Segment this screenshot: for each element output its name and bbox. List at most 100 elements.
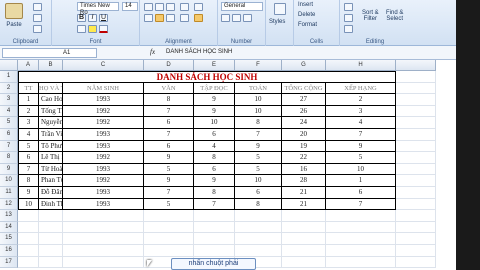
cell[interactable] (326, 210, 396, 222)
cell[interactable] (194, 233, 235, 245)
row-header-14[interactable]: 14 (0, 221, 18, 234)
row-header-15[interactable]: 15 (0, 233, 18, 245)
table-cell[interactable]: 5 (144, 198, 194, 211)
table-cell[interactable]: 8 (235, 117, 282, 129)
row-header-13[interactable]: 13 (0, 210, 18, 222)
cut-icon[interactable] (33, 3, 42, 11)
number-format-select[interactable]: General (221, 2, 263, 11)
table-cell[interactable]: 9 (235, 140, 282, 153)
styles-icon[interactable] (274, 3, 286, 15)
cell[interactable] (282, 245, 326, 257)
row-header-5[interactable]: 5 (0, 117, 18, 129)
format-button[interactable]: Format (298, 22, 317, 28)
align-right-icon[interactable] (166, 14, 175, 22)
sort-filter-button[interactable]: Sort & Filter (362, 10, 379, 22)
font-color-icon[interactable] (99, 25, 108, 33)
table-cell[interactable]: 1993 (63, 94, 144, 106)
table-cell[interactable]: 7 (144, 105, 194, 118)
cell[interactable] (396, 105, 436, 118)
table-cell[interactable]: 6 (194, 129, 235, 141)
table-cell[interactable]: 10 (194, 117, 235, 129)
table-cell[interactable]: 19 (282, 140, 326, 153)
cell[interactable] (396, 175, 436, 187)
select-all-corner[interactable] (0, 60, 18, 71)
cell[interactable] (326, 245, 396, 257)
table-cell[interactable]: 5 (18, 140, 39, 153)
row-header-17[interactable]: 17 (0, 256, 18, 269)
cell[interactable] (235, 233, 282, 245)
cell[interactable] (194, 210, 235, 222)
row-header-9[interactable]: 9 (0, 163, 18, 176)
paste-button[interactable]: Paste (5, 3, 23, 28)
table-cell[interactable]: Đinh Thuý Hương (39, 198, 63, 211)
cell[interactable] (235, 245, 282, 257)
cell[interactable] (396, 129, 436, 141)
sheet-title[interactable]: DANH SÁCH HỌC SINH (18, 71, 396, 83)
cell[interactable] (396, 256, 436, 269)
table-cell[interactable]: 24 (282, 117, 326, 129)
column-header-d[interactable]: D (144, 60, 194, 71)
cell[interactable] (396, 82, 436, 95)
row-header-16[interactable]: 16 (0, 245, 18, 257)
table-cell[interactable]: 10 (235, 94, 282, 106)
column-header-c[interactable]: C (63, 60, 144, 71)
wrap-text-icon[interactable] (194, 3, 203, 11)
cell[interactable] (144, 233, 194, 245)
delete-button[interactable]: Delete (298, 12, 315, 18)
border-icon[interactable] (77, 25, 86, 33)
table-cell[interactable]: 27 (282, 94, 326, 106)
cell[interactable] (39, 221, 63, 234)
table-cell[interactable]: 9 (18, 187, 39, 199)
table-cell[interactable]: 1992 (63, 175, 144, 187)
cell[interactable] (144, 210, 194, 222)
align-top-icon[interactable] (144, 3, 153, 11)
styles-label[interactable]: Styles (269, 19, 285, 25)
cell[interactable] (63, 233, 144, 245)
table-cell[interactable]: Nguyễn Sơn Hà (39, 117, 63, 129)
table-cell[interactable]: 2 (326, 94, 396, 106)
table-cell[interactable]: 10 (326, 163, 396, 176)
fill-icon[interactable] (344, 14, 353, 22)
align-bottom-icon[interactable] (166, 3, 175, 11)
cell[interactable] (396, 140, 436, 153)
table-cell[interactable]: 1 (18, 94, 39, 106)
table-cell[interactable]: 7 (326, 198, 396, 211)
row-header-1[interactable]: 1 (0, 71, 18, 83)
table-cell[interactable]: 10 (235, 105, 282, 118)
table-cell[interactable]: 4 (18, 129, 39, 141)
table-cell[interactable]: 4 (326, 117, 396, 129)
table-cell[interactable]: Tống Thị Mỹ Nga (39, 105, 63, 118)
cell[interactable] (396, 198, 436, 211)
table-cell[interactable]: 4 (194, 140, 235, 153)
table-cell[interactable]: 1993 (63, 163, 144, 176)
table-cell[interactable]: 9 (326, 140, 396, 153)
table-cell[interactable]: 3 (326, 105, 396, 118)
table-cell[interactable]: 26 (282, 105, 326, 118)
cell[interactable] (144, 245, 194, 257)
cell[interactable] (396, 163, 436, 176)
row-header-4[interactable]: 4 (0, 105, 18, 118)
table-cell[interactable]: 9 (194, 105, 235, 118)
bold-button[interactable]: B (77, 14, 86, 22)
table-cell[interactable]: 8 (144, 94, 194, 106)
table-cell[interactable]: 8 (18, 175, 39, 187)
align-middle-icon[interactable] (155, 3, 164, 11)
cell[interactable] (63, 256, 144, 269)
table-cell[interactable]: 1992 (63, 105, 144, 118)
table-cell[interactable]: 8 (235, 198, 282, 211)
cell[interactable] (396, 221, 436, 234)
cell[interactable] (396, 187, 436, 199)
merge-center-icon[interactable] (194, 14, 203, 22)
row-header-8[interactable]: 8 (0, 152, 18, 164)
name-box[interactable]: A1 (2, 48, 97, 58)
row-header-11[interactable]: 11 (0, 187, 18, 199)
worksheet-grid[interactable]: A B C D E F G H 1 2 3 4 5 6 7 8 9 10 11 12 13 14 15 16 17 DANH SÁ… (0, 60, 456, 270)
cell[interactable] (39, 256, 63, 269)
row-header-2[interactable]: 2 (0, 82, 18, 95)
column-header-h[interactable]: H (326, 60, 396, 71)
cell[interactable] (235, 210, 282, 222)
underline-button[interactable]: U (99, 14, 108, 22)
table-cell[interactable]: 1993 (63, 140, 144, 153)
italic-button[interactable]: I (88, 14, 97, 22)
table-cell[interactable]: 7 (18, 163, 39, 176)
